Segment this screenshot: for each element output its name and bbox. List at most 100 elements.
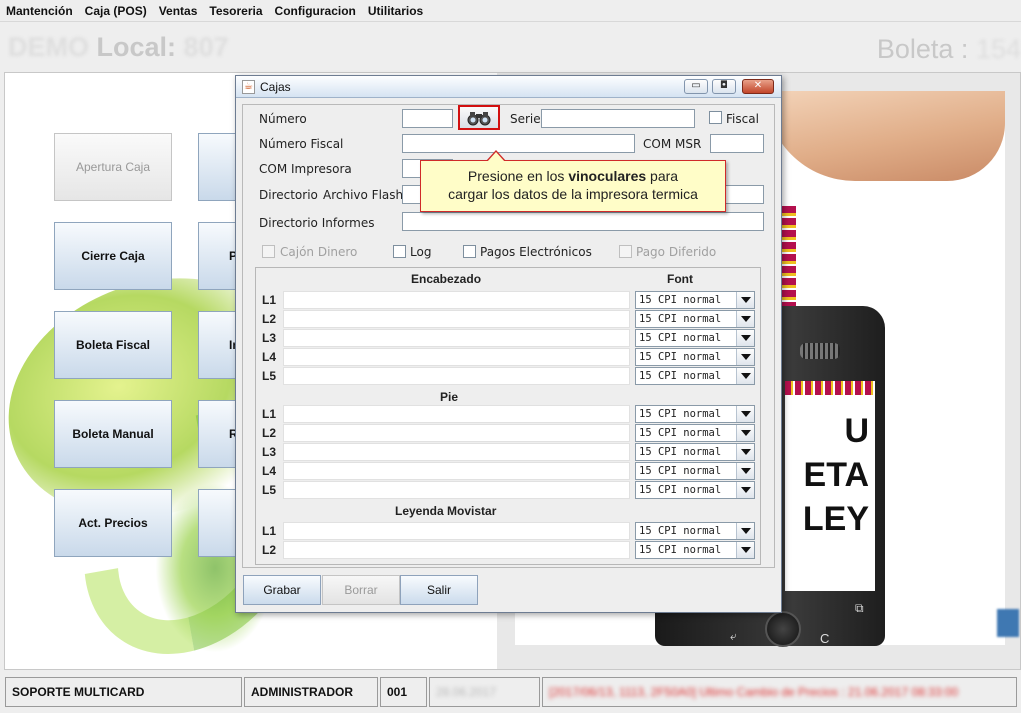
screen-strip (785, 381, 875, 395)
second-column-button[interactable] (198, 133, 238, 201)
pagos-electronicos-label: Pagos Electrónicos (480, 245, 592, 259)
font-select-value: 15 CPI normal (639, 446, 722, 458)
local-number-redacted: 807 (183, 32, 229, 62)
serie-input[interactable] (541, 109, 695, 128)
menu-configuracion[interactable]: Configuracion (275, 4, 356, 18)
chevron-down-icon[interactable] (736, 292, 754, 308)
blurred-badge (997, 609, 1019, 637)
encabezado-line-label: L2 (262, 312, 277, 326)
numero-fiscal-input[interactable] (402, 134, 635, 153)
menu-utilitarios[interactable]: Utilitarios (368, 4, 423, 18)
fiscal-checkbox[interactable] (709, 111, 722, 124)
status-message: [2017/06/13, 1113, 2F50A0] Ultimo Cambio… (542, 677, 1017, 707)
cierre-caja-button[interactable]: Cierre Caja (54, 222, 172, 290)
menu-tesoreria[interactable]: Tesoreria (209, 4, 262, 18)
menu-ventas[interactable]: Ventas (159, 4, 198, 18)
pie-header: Pie (440, 390, 459, 404)
leyenda-font-select[interactable]: 15 CPI normal (635, 541, 755, 559)
grabar-button[interactable]: Grabar (243, 575, 321, 605)
menu-caja-pos[interactable]: Caja (POS) (85, 4, 147, 18)
pie-line-label: L2 (262, 426, 277, 440)
borrar-button[interactable]: Borrar (322, 575, 400, 605)
encabezado-font-select[interactable]: 15 CPI normal (635, 329, 755, 347)
boleta-manual-button[interactable]: Boleta Manual (54, 400, 172, 468)
encabezado-font-select[interactable]: 15 CPI normal (635, 367, 755, 385)
tooltip-line-2: cargar los datos de la impresora termica (448, 186, 698, 202)
pie-font-select[interactable]: 15 CPI normal (635, 405, 755, 423)
app-header: DEMO Local: 807 Boleta : 154 (0, 22, 1021, 72)
chevron-down-icon[interactable] (736, 406, 754, 422)
second-column-button[interactable]: P (198, 222, 238, 290)
cajon-dinero-label: Cajón Dinero (280, 245, 358, 259)
chevron-down-icon[interactable] (736, 444, 754, 460)
leyenda-font-select[interactable]: 15 CPI normal (635, 522, 755, 540)
directorio-informes-label: Directorio Informes (259, 216, 375, 230)
binoculars-button[interactable] (458, 105, 500, 130)
cajon-dinero-checkbox[interactable] (262, 245, 275, 258)
second-column-button[interactable]: In (198, 311, 238, 379)
encabezado-line-label: L5 (262, 369, 277, 383)
pie-line-input[interactable] (283, 462, 630, 480)
com-msr-label: COM MSR (643, 137, 702, 151)
encabezado-font-select[interactable]: 15 CPI normal (635, 310, 755, 328)
phone-speaker (800, 343, 840, 359)
apertura-caja-button[interactable]: Apertura Caja (54, 133, 172, 201)
pie-line-label: L5 (262, 483, 277, 497)
encabezado-line-input[interactable] (283, 348, 630, 366)
directorio-informes-input[interactable] (402, 212, 764, 231)
java-icon: ☕ (242, 80, 255, 94)
pago-diferido-checkbox[interactable] (619, 245, 632, 258)
status-user: ADMINISTRADOR (244, 677, 378, 707)
leyenda-line-input[interactable] (283, 522, 630, 540)
menu-mantencion[interactable]: Mantención (6, 4, 73, 18)
leyenda-line-input[interactable] (283, 541, 630, 559)
minimize-button[interactable]: ▭ (684, 79, 708, 94)
dialog-titlebar[interactable]: ☕ Cajas ▭ ◘ ✕ (236, 76, 781, 98)
status-code: 001 (380, 677, 427, 707)
chevron-down-icon[interactable] (736, 311, 754, 327)
maximize-button[interactable]: ◘ (712, 79, 736, 94)
pie-line-input[interactable] (283, 443, 630, 461)
chevron-down-icon[interactable] (736, 368, 754, 384)
second-column-button[interactable] (198, 489, 238, 557)
chevron-down-icon[interactable] (736, 425, 754, 441)
encabezado-line-input[interactable] (283, 329, 630, 347)
pie-line-input[interactable] (283, 424, 630, 442)
pie-font-select[interactable]: 15 CPI normal (635, 443, 755, 461)
font-select-value: 15 CPI normal (639, 544, 722, 556)
chevron-down-icon[interactable] (736, 482, 754, 498)
chevron-down-icon[interactable] (736, 463, 754, 479)
local-label: Local: (96, 32, 177, 62)
chevron-down-icon[interactable] (736, 349, 754, 365)
pie-font-select[interactable]: 15 CPI normal (635, 424, 755, 442)
statusbar: SOPORTE MULTICARD ADMINISTRADOR 001 28.0… (0, 674, 1021, 710)
salir-button[interactable]: Salir (400, 575, 478, 605)
encabezado-line-input[interactable] (283, 291, 630, 309)
pie-line-input[interactable] (283, 405, 630, 423)
pie-font-select[interactable]: 15 CPI normal (635, 481, 755, 499)
close-button[interactable]: ✕ (742, 79, 774, 94)
pie-line-input[interactable] (283, 481, 630, 499)
chevron-down-icon[interactable] (736, 542, 754, 558)
log-checkbox[interactable] (393, 245, 406, 258)
font-header: Font (667, 272, 693, 286)
act-precios-button[interactable]: Act. Precios (54, 489, 172, 557)
chevron-down-icon[interactable] (736, 523, 754, 539)
encabezado-font-select[interactable]: 15 CPI normal (635, 348, 755, 366)
com-msr-input[interactable] (710, 134, 764, 153)
dialog-content: Número Serie Fiscal Número Fiscal COM MS… (242, 104, 775, 568)
pie-font-select[interactable]: 15 CPI normal (635, 462, 755, 480)
encabezado-font-select[interactable]: 15 CPI normal (635, 291, 755, 309)
second-column-button[interactable]: R (198, 400, 238, 468)
chevron-down-icon[interactable] (736, 330, 754, 346)
encabezado-line-input[interactable] (283, 310, 630, 328)
numero-input[interactable] (402, 109, 453, 128)
local-company-redacted: DEMO (8, 32, 89, 62)
boleta-fiscal-button[interactable]: Boleta Fiscal (54, 311, 172, 379)
font-select-value: 15 CPI normal (639, 294, 722, 306)
pagos-electronicos-checkbox[interactable] (463, 245, 476, 258)
font-select-value: 15 CPI normal (639, 313, 722, 325)
encabezado-line-input[interactable] (283, 367, 630, 385)
screen-line: U (844, 412, 869, 450)
status-message-redacted: [2017/06/13, 1113, 2F50A0] Ultimo Cambio… (549, 685, 959, 699)
